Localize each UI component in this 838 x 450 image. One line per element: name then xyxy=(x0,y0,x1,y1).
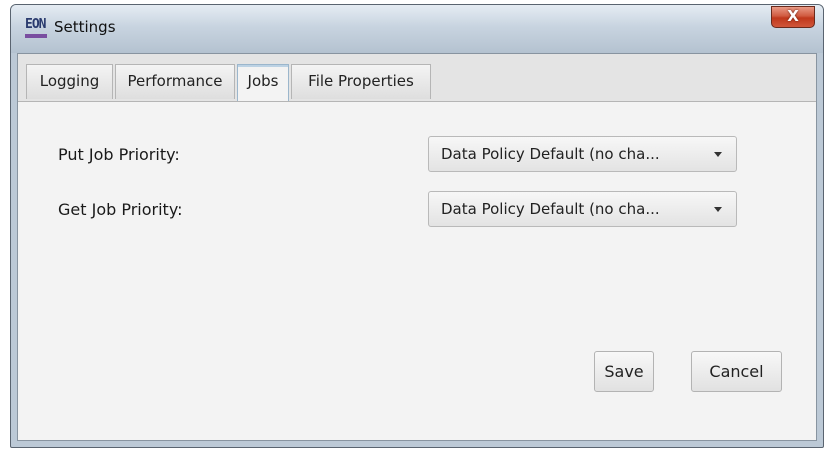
app-logo-text: EON xyxy=(25,17,47,32)
chevron-down-icon xyxy=(714,207,722,212)
close-button[interactable]: X xyxy=(771,6,815,28)
put-job-priority-label: Put Job Priority: xyxy=(58,145,180,164)
tab-jobs[interactable]: Jobs xyxy=(237,64,289,101)
tab-logging[interactable]: Logging xyxy=(26,64,113,99)
save-button[interactable]: Save xyxy=(594,351,654,392)
cancel-button[interactable]: Cancel xyxy=(691,351,782,392)
app-logo-underline xyxy=(25,34,47,38)
get-job-priority-select[interactable]: Data Policy Default (no cha... xyxy=(428,191,737,227)
chevron-down-icon xyxy=(714,152,722,157)
dialog-body: Logging Performance Jobs File Properties… xyxy=(17,53,817,441)
put-job-priority-select[interactable]: Data Policy Default (no cha... xyxy=(428,136,737,172)
tab-file-properties[interactable]: File Properties xyxy=(291,64,431,99)
tab-performance[interactable]: Performance xyxy=(115,64,235,99)
get-job-priority-label: Get Job Priority: xyxy=(58,200,183,219)
window-title: Settings xyxy=(54,18,116,36)
jobs-tab-panel: Put Job Priority: Data Policy Default (n… xyxy=(18,102,816,440)
title-bar[interactable]: EON Settings X xyxy=(11,5,823,53)
tab-bar: Logging Performance Jobs File Properties xyxy=(18,54,816,102)
settings-window: EON Settings X Logging Performance Jobs … xyxy=(10,4,824,448)
get-job-priority-value: Data Policy Default (no cha... xyxy=(441,200,660,218)
close-icon: X xyxy=(787,7,799,25)
app-logo-icon: EON xyxy=(25,17,47,39)
put-job-priority-value: Data Policy Default (no cha... xyxy=(441,145,660,163)
